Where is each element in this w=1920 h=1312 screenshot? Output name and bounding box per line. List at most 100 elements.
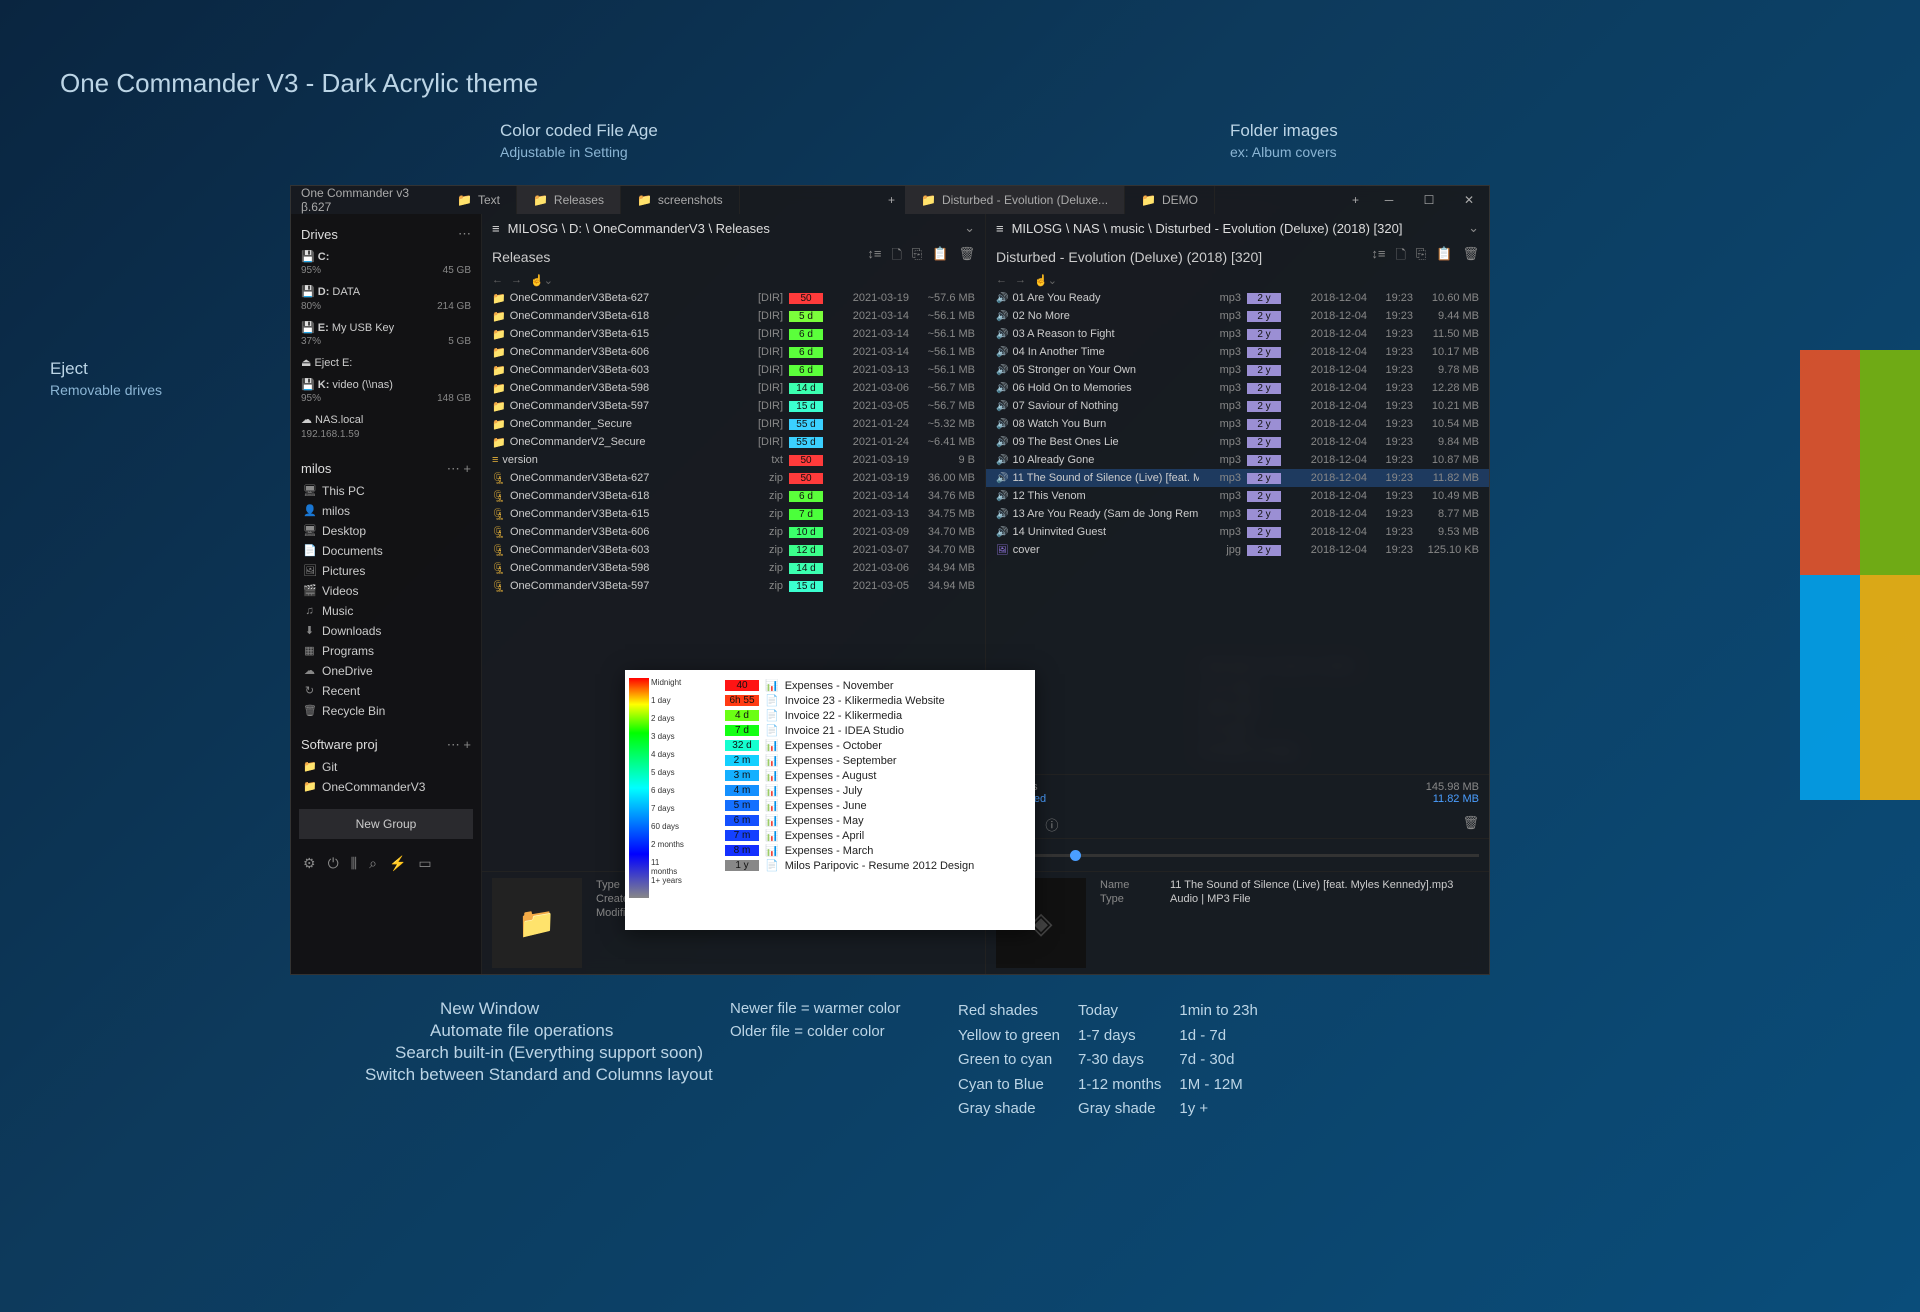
file-row[interactable]: 🔊06 Hold On to Memoriesmp32 y2018-12-041… [986,379,1489,397]
sidebar-item[interactable]: ♫Music [299,601,473,621]
layout-icon[interactable]: ⫼ [351,855,357,872]
left-breadcrumb[interactable]: MILOSG \ D: \ OneCommanderV3 \ Releases [508,221,770,236]
info-icon[interactable]: ⓘ [1045,815,1058,834]
up-icon[interactable]: ☝⌄ [1034,274,1057,287]
seek-bar[interactable] [1035,854,1479,857]
file-row[interactable]: 📁OneCommanderV3Beta-618[DIR]5 d2021-03-1… [482,307,985,325]
file-row[interactable]: 📁OneCommanderV3Beta-603[DIR]6 d2021-03-1… [482,361,985,379]
sidebar-item[interactable]: ☁OneDrive [299,661,473,681]
proj-menu[interactable]: ⋯ + [447,737,471,753]
drive-item[interactable]: ☁ NAS.local192.168.1.59 [299,409,473,444]
paste-icon[interactable]: 📋 [932,246,948,268]
back-icon[interactable]: ← [996,274,1007,287]
sidebar-item[interactable]: 📁Git [299,757,473,777]
sort-icon[interactable]: ↕≡ [867,246,881,268]
file-row[interactable]: 🔊09 The Best Ones Liemp32 y2018-12-0419:… [986,433,1489,451]
file-row[interactable]: 🗜OneCommanderV3Beta-597zip15 d2021-03-05… [482,577,985,595]
file-row[interactable]: 🗜OneCommanderV3Beta-627zip502021-03-1936… [482,469,985,487]
fwd-icon[interactable]: → [511,274,522,287]
file-row[interactable]: 🔊14 Uninvited Guestmp32 y2018-12-0419:23… [986,523,1489,541]
annot-newwin: New Window [440,998,539,1021]
tab[interactable]: 📁Disturbed - Evolution (Deluxe... [905,186,1125,214]
file-row[interactable]: 🔊01 Are You Readymp32 y2018-12-0419:2310… [986,289,1489,307]
back-icon[interactable]: ← [492,274,503,287]
sidebar-item[interactable]: ▦Programs [299,641,473,661]
drive-item[interactable]: 💾 K: video (\\nas)95%148 GB [299,374,473,409]
annot-search: Search built-in (Everything support soon… [395,1042,703,1065]
file-row[interactable]: 📁OneCommanderV3Beta-597[DIR]15 d2021-03-… [482,397,985,415]
fwd-icon[interactable]: → [1015,274,1026,287]
sidebar-item[interactable]: 🖼Pictures [299,561,473,581]
automate-icon[interactable]: ⚡ [389,855,406,872]
sidebar-item[interactable]: 🖥This PC [299,481,473,501]
sidebar-item[interactable]: 📁OneCommanderV3 [299,777,473,797]
delete-icon[interactable]: 🗑 [958,246,975,268]
hamburger-icon[interactable]: ≡ [996,221,1004,236]
newwindow-icon[interactable]: ▭ [418,855,431,872]
file-row[interactable]: 🗜OneCommanderV3Beta-603zip12 d2021-03-07… [482,541,985,559]
file-row[interactable]: 📁OneCommanderV3Beta-606[DIR]6 d2021-03-1… [482,343,985,361]
milos-menu[interactable]: ⋯ + [447,461,471,477]
delete-icon[interactable]: 🗑 [1462,246,1479,268]
sidebar-item[interactable]: 🖥Desktop [299,521,473,541]
drive-item[interactable]: 💾 E: My USB Key37%5 GB [299,317,473,352]
close-button[interactable]: ✕ [1449,186,1489,214]
tab-add-left[interactable]: + [878,193,905,207]
file-row[interactable]: 🔊04 In Another Timemp32 y2018-12-0419:23… [986,343,1489,361]
hamburger-icon[interactable]: ≡ [492,221,500,236]
newfile-icon[interactable]: 🗋 [1395,246,1405,268]
sidebar-item[interactable]: 👤milos [299,501,473,521]
file-row[interactable]: ≡versiontxt502021-03-199 B [482,451,985,469]
settings-icon[interactable]: ⚙ [303,855,316,872]
tab[interactable]: 📁screenshots [621,186,740,214]
file-row[interactable]: 🖼coverjpg2 y2018-12-0419:23125.10 KB [986,541,1489,559]
chevron-down-icon[interactable]: ⌄ [964,220,975,236]
file-row[interactable]: 🗜OneCommanderV3Beta-598zip14 d2021-03-06… [482,559,985,577]
sidebar-item[interactable]: 🎬Videos [299,581,473,601]
power-icon[interactable]: ⏻ [328,855,339,872]
right-file-list[interactable]: 🔊01 Are You Readymp32 y2018-12-0419:2310… [986,289,1489,774]
sidebar-item[interactable]: 🗑Recycle Bin [299,701,473,721]
search-icon[interactable]: ⌕ [369,855,377,872]
right-breadcrumb[interactable]: MILOSG \ NAS \ music \ Disturbed - Evolu… [1012,221,1403,236]
copy-icon[interactable]: ⎘ [912,246,922,268]
sidebar-item[interactable]: ⬇Downloads [299,621,473,641]
file-row[interactable]: 📁OneCommander_Secure[DIR]55 d2021-01-24~… [482,415,985,433]
drive-item[interactable]: 💾 C: 95%45 GB [299,246,473,281]
copy-icon[interactable]: ⎘ [1416,246,1426,268]
file-row[interactable]: 🗜OneCommanderV3Beta-615zip7 d2021-03-133… [482,505,985,523]
sidebar-item[interactable]: 📄Documents [299,541,473,561]
file-row[interactable]: 🔊07 Saviour of Nothingmp32 y2018-12-0419… [986,397,1489,415]
file-row[interactable]: 🔊02 No Moremp32 y2018-12-0419:239.44 MB [986,307,1489,325]
tab-add-right[interactable]: + [1342,193,1369,207]
tab[interactable]: 📁Releases [517,186,621,214]
file-row[interactable]: 🗜OneCommanderV3Beta-606zip10 d2021-03-09… [482,523,985,541]
trash-icon[interactable]: 🗑 [1462,815,1479,834]
new-group-button[interactable]: New Group [299,809,473,839]
minimize-button[interactable]: ─ [1369,186,1409,214]
file-row[interactable]: 📁OneCommanderV3Beta-627[DIR]502021-03-19… [482,289,985,307]
newfile-icon[interactable]: 🗋 [891,246,901,268]
file-row[interactable]: 🔊03 A Reason to Fightmp32 y2018-12-0419:… [986,325,1489,343]
file-row[interactable]: 🔊10 Already Gonemp32 y2018-12-0419:2310.… [986,451,1489,469]
file-row[interactable]: 🔊12 This Venommp32 y2018-12-0419:2310.49… [986,487,1489,505]
paste-icon[interactable]: 📋 [1436,246,1452,268]
drive-item[interactable]: ⏏ Eject E: [299,352,473,374]
tab[interactable]: 📁DEMO [1125,186,1215,214]
sort-icon[interactable]: ↕≡ [1371,246,1385,268]
tab[interactable]: 📁Text [441,186,517,214]
sidebar-item[interactable]: ↻Recent [299,681,473,701]
chevron-down-icon[interactable]: ⌄ [1468,220,1479,236]
drive-item[interactable]: 💾 D: DATA80%214 GB [299,281,473,316]
maximize-button[interactable]: ☐ [1409,186,1449,214]
file-row[interactable]: 🗜OneCommanderV3Beta-618zip6 d2021-03-143… [482,487,985,505]
file-row[interactable]: 📁OneCommanderV2_Secure[DIR]55 d2021-01-2… [482,433,985,451]
file-row[interactable]: 🔊05 Stronger on Your Ownmp32 y2018-12-04… [986,361,1489,379]
drives-menu[interactable]: ⋯ [458,226,471,242]
file-row[interactable]: 📁OneCommanderV3Beta-615[DIR]6 d2021-03-1… [482,325,985,343]
file-row[interactable]: 📁OneCommanderV3Beta-598[DIR]14 d2021-03-… [482,379,985,397]
file-row[interactable]: 🔊11 The Sound of Silence (Live) [feat. M… [986,469,1489,487]
up-icon[interactable]: ☝⌄ [530,274,553,287]
file-row[interactable]: 🔊13 Are You Ready (Sam de Jong Remix)mp3… [986,505,1489,523]
file-row[interactable]: 🔊08 Watch You Burnmp32 y2018-12-0419:231… [986,415,1489,433]
